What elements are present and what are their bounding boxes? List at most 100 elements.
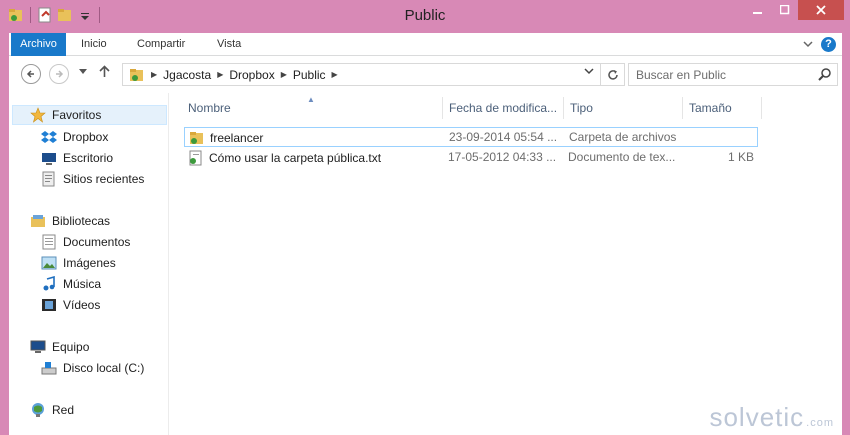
nav-item-dropbox[interactable]: Dropbox: [41, 127, 108, 147]
file-row[interactable]: freelancer 23-09-2014 05:54 ... Carpeta …: [184, 127, 758, 147]
watermark-logo: solvetic .com: [709, 402, 834, 433]
file-type: Documento de tex...: [568, 150, 676, 164]
breadcrumb-public[interactable]: Public: [293, 68, 326, 82]
nav-label: Música: [63, 277, 102, 291]
dropbox-icon: [41, 131, 57, 143]
breadcrumb-jgacosta[interactable]: Jgacosta: [163, 68, 211, 82]
desktop-icon: [42, 153, 56, 165]
close-icon: [816, 5, 826, 15]
file-row[interactable]: Cómo usar la carpeta pública.txt 17-05-2…: [184, 148, 758, 168]
tab-vista[interactable]: Vista: [217, 33, 241, 56]
column-header-nombre[interactable]: Nombre: [182, 97, 442, 119]
search-box[interactable]: Buscar en Public: [628, 63, 838, 86]
file-name-cell: freelancer: [189, 130, 263, 146]
nav-label: Bibliotecas: [52, 214, 111, 228]
expand-ribbon-icon[interactable]: [803, 38, 813, 52]
network-icon: [32, 403, 44, 417]
forward-arrow-icon: [56, 70, 64, 78]
nav-item-red[interactable]: Red: [30, 400, 74, 420]
nav-label: Equipo: [52, 340, 90, 354]
column-header-tamano[interactable]: Tamaño: [683, 97, 761, 119]
documents-icon: [42, 234, 56, 250]
nav-item-favoritos[interactable]: Favoritos: [12, 105, 167, 125]
back-arrow-icon: [26, 70, 34, 78]
file-name: Cómo usar la carpeta pública.txt: [209, 151, 382, 165]
file-date: 23-09-2014 05:54 ...: [449, 130, 558, 144]
chevron-down-icon: [79, 69, 87, 74]
nav-item-imagenes[interactable]: Imágenes: [41, 253, 116, 273]
forward-button[interactable]: [49, 64, 69, 84]
refresh-button[interactable]: [600, 64, 624, 85]
nav-label: Documentos: [63, 235, 131, 249]
column-divider[interactable]: [761, 97, 762, 119]
refresh-icon: [607, 69, 618, 80]
recent-places-icon: [42, 171, 55, 187]
minimize-icon: [752, 12, 762, 14]
maximize-button[interactable]: [771, 0, 798, 20]
breadcrumb-dropbox[interactable]: Dropbox: [229, 68, 274, 82]
folder-location-icon: [129, 67, 145, 83]
breadcrumb-separator-icon: ▶: [217, 70, 224, 79]
window-controls: [744, 0, 844, 20]
minimize-button[interactable]: [744, 0, 771, 20]
back-button[interactable]: [21, 64, 41, 84]
file-list: ▲ Nombre Fecha de modifica... Tipo Tamañ…: [170, 93, 842, 435]
watermark-domain: .com: [806, 417, 834, 429]
nav-label: Vídeos: [63, 298, 101, 312]
maximize-icon: [779, 5, 789, 15]
breadcrumb-separator-icon: ▶: [280, 70, 287, 79]
nav-item-sitios-recientes[interactable]: Sitios recientes: [41, 169, 144, 189]
file-size: 1 KB: [727, 150, 754, 164]
up-button[interactable]: [99, 65, 110, 81]
tab-archivo[interactable]: Archivo: [11, 33, 66, 56]
nav-item-videos[interactable]: Vídeos: [41, 295, 100, 315]
nav-item-equipo[interactable]: Equipo: [30, 337, 89, 357]
tab-inicio[interactable]: Inicio: [81, 33, 107, 56]
nav-label: Red: [52, 403, 75, 417]
recent-locations-button[interactable]: [79, 66, 87, 78]
music-icon: [43, 276, 55, 291]
nav-item-escritorio[interactable]: Escritorio: [41, 148, 113, 168]
local-disk-icon: [41, 362, 57, 375]
text-file-icon: [189, 150, 202, 166]
computer-icon: [30, 340, 46, 353]
breadcrumb-separator-icon: ▶: [331, 70, 338, 79]
navigation-pane: Favoritos Dropbox Escritorio Sitios reci…: [9, 93, 169, 435]
file-name-cell: Cómo usar la carpeta pública.txt: [188, 150, 381, 166]
nav-item-disco-local[interactable]: Disco local (C:): [41, 358, 144, 378]
file-type: Carpeta de archivos: [569, 130, 677, 144]
ribbon-tabs: Archivo Inicio Compartir Vista ?: [9, 33, 842, 56]
column-header-tipo[interactable]: Tipo: [564, 97, 682, 119]
search-icon[interactable]: [818, 67, 832, 84]
address-bar[interactable]: ▶ Jgacosta ▶ Dropbox ▶ Public ▶: [122, 63, 625, 86]
help-icon[interactable]: ?: [821, 37, 836, 52]
close-button[interactable]: [798, 0, 844, 20]
navigation-bar: ▶ Jgacosta ▶ Dropbox ▶ Public ▶ Buscar e…: [9, 56, 842, 93]
pictures-icon: [41, 256, 57, 270]
nav-item-bibliotecas[interactable]: Bibliotecas: [30, 211, 110, 231]
nav-label: Imágenes: [63, 256, 116, 270]
breadcrumb-separator-icon: ▶: [151, 70, 158, 79]
nav-label: Escritorio: [63, 151, 114, 165]
nav-label: Disco local (C:): [63, 361, 145, 375]
search-input[interactable]: Buscar en Public: [636, 68, 726, 82]
watermark-brand: solvetic: [709, 402, 805, 432]
address-history-dropdown[interactable]: [584, 68, 594, 79]
title-bar: Public: [0, 0, 850, 33]
tab-compartir[interactable]: Compartir: [137, 33, 185, 56]
libraries-icon: [31, 215, 45, 227]
nav-label: Sitios recientes: [63, 172, 145, 186]
window-title: Public: [404, 7, 446, 24]
column-header-fecha[interactable]: Fecha de modifica...: [443, 97, 563, 119]
file-date: 17-05-2012 04:33 ...: [448, 150, 557, 164]
star-icon: [30, 107, 46, 123]
up-arrow-icon: [99, 65, 110, 77]
folder-icon: [190, 132, 203, 144]
nav-item-documentos[interactable]: Documentos: [41, 232, 130, 252]
nav-label: Favoritos: [52, 108, 102, 122]
explorer-content: Favoritos Dropbox Escritorio Sitios reci…: [9, 93, 842, 435]
ribbon-right-controls: ?: [803, 37, 836, 52]
videos-icon: [42, 299, 56, 311]
nav-item-musica[interactable]: Música: [41, 274, 101, 294]
nav-label: Dropbox: [63, 130, 109, 144]
